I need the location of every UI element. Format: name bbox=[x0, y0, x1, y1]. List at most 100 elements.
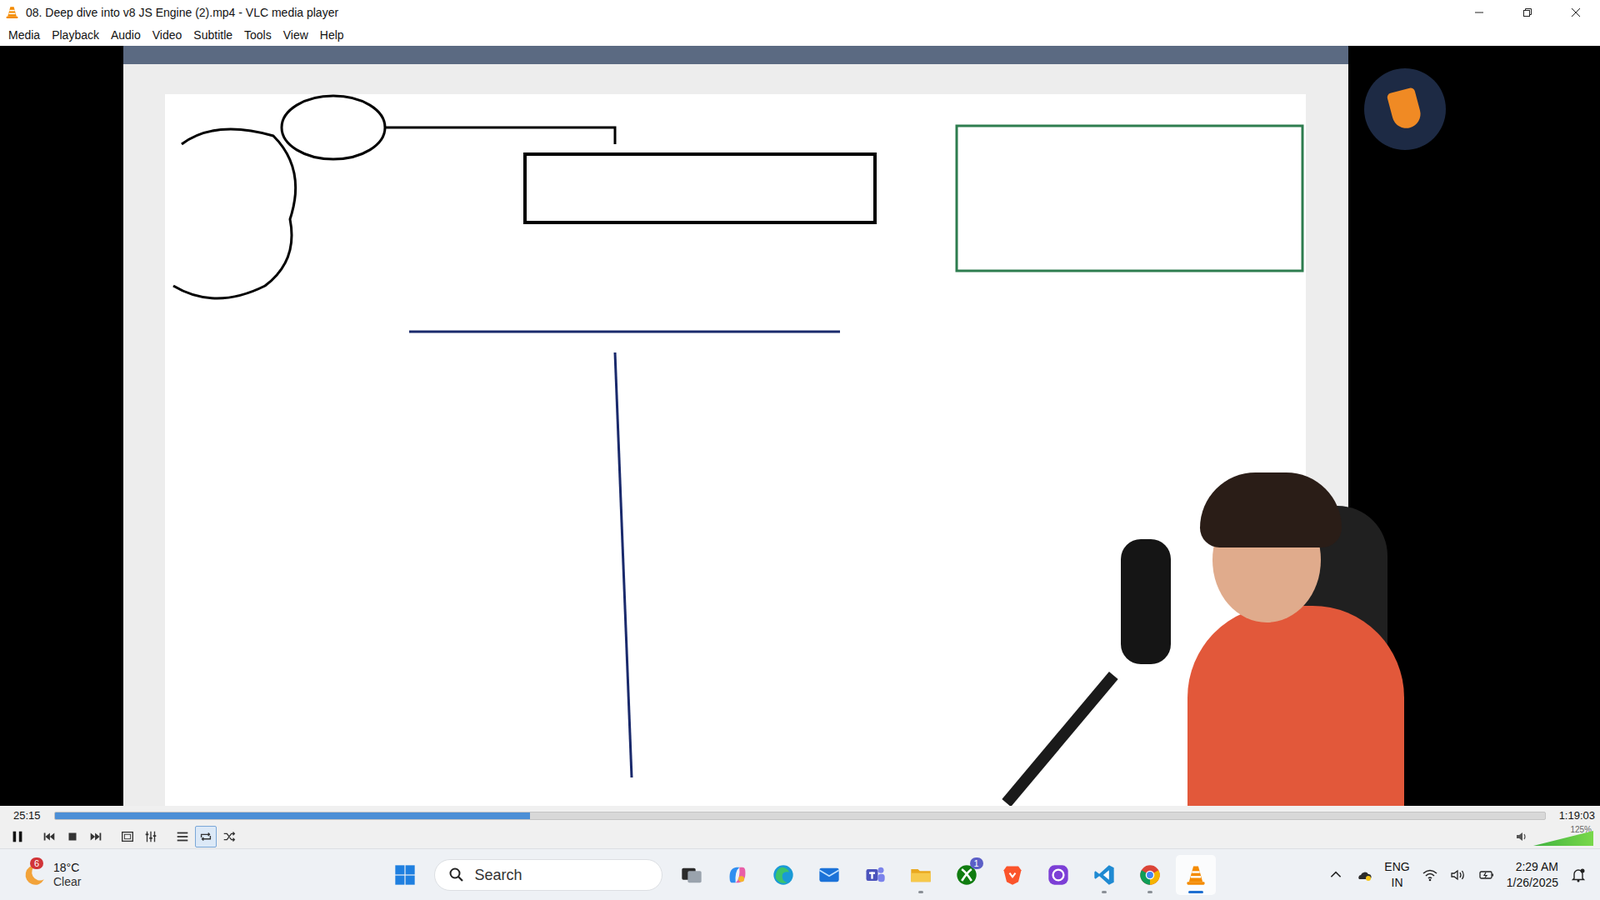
seek-fill bbox=[55, 812, 530, 820]
shuffle-button[interactable] bbox=[218, 825, 240, 848]
magnifier-icon bbox=[448, 866, 465, 884]
menu-item[interactable]: Media bbox=[3, 26, 45, 44]
weather-condition: Clear bbox=[53, 875, 81, 890]
vlc-icon bbox=[1184, 863, 1208, 887]
next-button[interactable] bbox=[85, 825, 107, 848]
volume-control: 125% bbox=[1515, 825, 1595, 848]
volume-track bbox=[1533, 830, 1594, 846]
playlist-button[interactable] bbox=[171, 825, 194, 848]
shuffle-icon bbox=[221, 829, 237, 845]
teams-icon bbox=[863, 863, 887, 887]
chevron-up-icon[interactable] bbox=[1327, 867, 1345, 883]
onedrive-icon[interactable] bbox=[1355, 867, 1373, 883]
extended-icon bbox=[143, 829, 159, 845]
volume-icon[interactable] bbox=[1450, 867, 1467, 883]
vscode-taskbar-button[interactable] bbox=[1084, 855, 1125, 895]
microphone bbox=[1120, 539, 1171, 665]
video-frame bbox=[123, 45, 1349, 806]
menu-item[interactable]: Tools bbox=[239, 26, 277, 44]
search-box[interactable]: Search bbox=[434, 859, 663, 891]
previous-button[interactable] bbox=[38, 825, 60, 848]
running-indicator bbox=[1101, 890, 1107, 894]
fullscreen-icon bbox=[120, 829, 135, 845]
wifi-icon[interactable] bbox=[1421, 867, 1439, 883]
presenter-torso bbox=[1187, 605, 1405, 806]
taskview-icon bbox=[680, 863, 704, 887]
presenter-hair bbox=[1200, 472, 1342, 548]
mail-taskbar-button[interactable] bbox=[809, 855, 850, 895]
weather-widget[interactable]: 618°CClear bbox=[0, 860, 81, 890]
current-time: 25:15 bbox=[13, 809, 41, 822]
menu-item[interactable]: Help bbox=[315, 26, 350, 44]
menu-item[interactable]: Playback bbox=[46, 26, 105, 44]
edge-taskbar-button[interactable] bbox=[763, 855, 804, 895]
taskbar-apps: Search 1 bbox=[385, 855, 1216, 895]
previous-icon bbox=[41, 829, 57, 845]
input-language[interactable]: ENGIN bbox=[1384, 859, 1410, 891]
taskview-taskbar-button[interactable] bbox=[671, 855, 712, 895]
close-button[interactable] bbox=[1551, 0, 1600, 25]
weather-temperature: 18°C bbox=[53, 860, 81, 875]
video-frame-top bbox=[123, 45, 1349, 65]
clock[interactable]: 2:29 AM1/26/2025 bbox=[1506, 859, 1559, 891]
vscode-icon bbox=[1092, 863, 1116, 887]
close-icon bbox=[1570, 7, 1581, 18]
menu-item[interactable]: Subtitle bbox=[188, 26, 238, 44]
battery-icon[interactable] bbox=[1478, 867, 1495, 883]
controls-bar: 125% bbox=[0, 825, 1600, 849]
app-badge: 1 bbox=[970, 857, 984, 870]
chat-icon bbox=[1046, 863, 1070, 887]
video-drawing bbox=[165, 94, 1306, 806]
volume-slider[interactable]: 125% bbox=[1533, 825, 1595, 848]
mail-icon bbox=[817, 863, 841, 887]
teams-taskbar-button[interactable] bbox=[855, 855, 895, 895]
menu-item[interactable]: View bbox=[278, 26, 314, 44]
presenter bbox=[1020, 439, 1488, 806]
chrome-icon bbox=[1138, 863, 1162, 887]
clock-date: 1/26/2025 bbox=[1506, 875, 1559, 891]
vlc-taskbar-button[interactable] bbox=[1175, 855, 1216, 895]
minimize-icon bbox=[1474, 7, 1485, 18]
chat-taskbar-button[interactable] bbox=[1038, 855, 1079, 895]
vlc-window: 08. Deep dive into v8 JS Engine (2).mp4 … bbox=[0, 0, 1600, 900]
restore-button[interactable] bbox=[1503, 0, 1552, 25]
explorer-icon bbox=[909, 863, 933, 887]
brave-taskbar-button[interactable] bbox=[992, 855, 1033, 895]
pause-icon bbox=[10, 829, 25, 845]
chrome-taskbar-button[interactable] bbox=[1130, 855, 1170, 895]
extended-button[interactable] bbox=[140, 825, 162, 848]
menu-item[interactable]: Video bbox=[147, 26, 188, 44]
search-placeholder: Search bbox=[475, 866, 523, 885]
speaker-icon[interactable] bbox=[1515, 830, 1529, 844]
xbox-taskbar-button[interactable]: 1 bbox=[946, 855, 987, 895]
copilot-taskbar-button[interactable] bbox=[717, 855, 758, 895]
minimize-button[interactable] bbox=[1455, 0, 1504, 25]
explorer-taskbar-button[interactable] bbox=[900, 855, 941, 895]
stop-icon bbox=[65, 829, 80, 845]
region-code: IN bbox=[1391, 875, 1404, 891]
brave-icon bbox=[1000, 863, 1025, 887]
seek-row: 25:151:19:03 bbox=[0, 805, 1600, 825]
start-button[interactable] bbox=[385, 855, 425, 895]
running-indicator bbox=[1147, 890, 1153, 894]
playlist-icon bbox=[175, 829, 190, 845]
clock-time: 2:29 AM bbox=[1515, 859, 1559, 875]
notification-bell-icon[interactable] bbox=[1570, 866, 1587, 884]
running-indicator bbox=[918, 890, 924, 894]
channel-logo bbox=[1364, 68, 1446, 150]
loop-button[interactable] bbox=[195, 825, 217, 848]
channel-logo-mark bbox=[1386, 86, 1425, 131]
windows-logo-icon bbox=[393, 863, 417, 887]
window-title: 08. Deep dive into v8 JS Engine (2).mp4 … bbox=[25, 5, 339, 20]
fullscreen-button[interactable] bbox=[116, 825, 139, 848]
menu-bar: MediaPlaybackAudioVideoSubtitleToolsView… bbox=[0, 24, 1600, 46]
menu-item[interactable]: Audio bbox=[105, 26, 146, 44]
volume-fill bbox=[1533, 830, 1594, 846]
next-icon bbox=[88, 829, 104, 845]
stop-button[interactable] bbox=[61, 825, 84, 848]
title-bar: 08. Deep dive into v8 JS Engine (2).mp4 … bbox=[0, 0, 1600, 25]
seek-bar[interactable] bbox=[54, 811, 1546, 820]
video-area bbox=[0, 45, 1600, 806]
system-tray: ENGIN 2:29 AM1/26/2025 bbox=[1327, 859, 1600, 891]
pause-button[interactable] bbox=[6, 825, 29, 848]
